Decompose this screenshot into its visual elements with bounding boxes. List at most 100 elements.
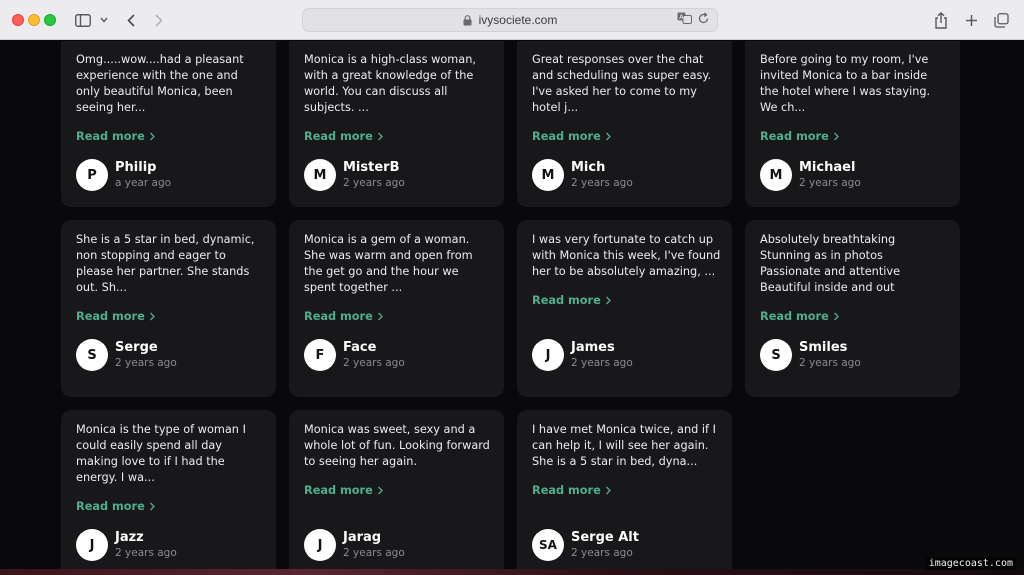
chevron-right-icon xyxy=(833,132,839,141)
review-author: M MisterB 2 years ago xyxy=(304,159,405,191)
minimize-window-button[interactable] xyxy=(28,14,40,26)
review-author: J James 2 years ago xyxy=(532,339,633,371)
review-text: Great responses over the chat and schedu… xyxy=(532,53,712,114)
review-author: M Michael 2 years ago xyxy=(760,159,861,191)
chevron-right-icon xyxy=(377,486,383,495)
review-date: 2 years ago xyxy=(799,176,861,189)
plus-icon[interactable] xyxy=(962,9,980,31)
review-text: Monica is the type of woman I could easi… xyxy=(76,423,246,484)
address-bar[interactable]: ivysociete.com A xyxy=(302,8,718,32)
review-author: J Jazz 2 years ago xyxy=(76,529,177,561)
review-card: Before going to my room, I've invited Mo… xyxy=(745,41,960,207)
read-more-link[interactable]: Read more xyxy=(532,294,612,307)
read-more-link[interactable]: Read more xyxy=(304,310,384,323)
review-date: 2 years ago xyxy=(115,546,177,559)
review-text: She is a 5 star in bed, dynamic, non sto… xyxy=(76,233,255,294)
avatar: S xyxy=(76,339,108,371)
lock-icon xyxy=(463,14,475,26)
review-card: Monica is a high-class woman, with a gre… xyxy=(289,41,504,207)
zoom-window-button[interactable] xyxy=(44,14,56,26)
review-card: Omg.....wow....had a pleasant experience… xyxy=(61,41,276,207)
review-date: a year ago xyxy=(115,176,172,189)
review-text: Monica was sweet, sexy and a whole lot o… xyxy=(304,423,490,468)
review-date: 2 years ago xyxy=(343,176,405,189)
avatar: M xyxy=(304,159,336,191)
avatar: F xyxy=(304,339,336,371)
forward-icon[interactable] xyxy=(152,9,166,31)
author-name: Jazz xyxy=(115,529,144,545)
author-name: Jarag xyxy=(343,529,382,545)
chevron-right-icon xyxy=(377,132,383,141)
review-date: 2 years ago xyxy=(799,356,861,369)
author-name: Philip xyxy=(115,159,157,175)
close-window-button[interactable] xyxy=(12,14,24,26)
author-name: Serge xyxy=(115,339,158,355)
review-text: I have met Monica twice, and if I can he… xyxy=(532,423,716,468)
author-name: Mich xyxy=(571,159,606,175)
review-date: 2 years ago xyxy=(343,356,405,369)
translate-icon[interactable]: A xyxy=(677,12,692,27)
back-icon[interactable] xyxy=(124,9,138,31)
read-more-link[interactable]: Read more xyxy=(76,310,156,323)
review-text: I was very fortunate to catch up with Mo… xyxy=(532,233,721,278)
read-more-link[interactable]: Read more xyxy=(532,130,612,143)
review-date: 2 years ago xyxy=(571,176,633,189)
chevron-right-icon xyxy=(833,312,839,321)
chevron-right-icon xyxy=(149,312,155,321)
review-date: 2 years ago xyxy=(571,546,633,559)
review-card: Great responses over the chat and schedu… xyxy=(517,41,732,207)
sidebar-icon[interactable] xyxy=(74,9,92,31)
url-text: ivysociete.com xyxy=(478,13,558,27)
review-text: Monica is a high-class woman, with a gre… xyxy=(304,53,476,114)
review-card: I was very fortunate to catch up with Mo… xyxy=(517,220,732,397)
review-card: Monica is the type of woman I could easi… xyxy=(61,410,276,575)
avatar: J xyxy=(76,529,108,561)
review-card: Monica was sweet, sexy and a whole lot o… xyxy=(289,410,504,575)
author-name: Serge Alt xyxy=(571,529,639,545)
review-date: 2 years ago xyxy=(571,356,633,369)
review-author: M Mich 2 years ago xyxy=(532,159,633,191)
read-more-link[interactable]: Read more xyxy=(760,130,840,143)
review-text: Before going to my room, I've invited Mo… xyxy=(760,53,931,114)
review-card: I have met Monica twice, and if I can he… xyxy=(517,410,732,575)
author-name: MisterB xyxy=(343,159,400,175)
avatar: J xyxy=(532,339,564,371)
read-more-link[interactable]: Read more xyxy=(76,500,156,513)
review-author: P Philip a year ago xyxy=(76,159,171,191)
avatar: M xyxy=(760,159,792,191)
chevron-right-icon xyxy=(605,132,611,141)
review-card: Monica is a gem of a woman. She was warm… xyxy=(289,220,504,397)
author-name: Smiles xyxy=(799,339,848,355)
author-name: Michael xyxy=(799,159,856,175)
tabs-icon[interactable] xyxy=(992,9,1010,31)
review-card: She is a 5 star in bed, dynamic, non sto… xyxy=(61,220,276,397)
review-author: J Jarag 2 years ago xyxy=(304,529,405,561)
review-text: Omg.....wow....had a pleasant experience… xyxy=(76,53,244,114)
review-author: S Serge 2 years ago xyxy=(76,339,177,371)
chevron-right-icon xyxy=(605,296,611,305)
read-more-link[interactable]: Read more xyxy=(304,484,384,497)
read-more-link[interactable]: Read more xyxy=(760,310,840,323)
avatar: P xyxy=(76,159,108,191)
reload-icon[interactable] xyxy=(698,12,709,27)
read-more-link[interactable]: Read more xyxy=(532,484,612,497)
avatar: S xyxy=(760,339,792,371)
share-icon[interactable] xyxy=(932,9,950,31)
review-text: Monica is a gem of a woman. She was warm… xyxy=(304,233,473,294)
chevron-down-icon[interactable] xyxy=(98,9,110,31)
page-bottom-edge xyxy=(0,569,1024,575)
avatar: M xyxy=(532,159,564,191)
chevron-right-icon xyxy=(377,312,383,321)
read-more-link[interactable]: Read more xyxy=(304,130,384,143)
reviews-page: Omg.....wow....had a pleasant experience… xyxy=(0,41,1024,575)
review-date: 2 years ago xyxy=(343,546,405,559)
author-name: Face xyxy=(343,339,377,355)
review-author: S Smiles 2 years ago xyxy=(760,339,861,371)
avatar: J xyxy=(304,529,336,561)
watermark: imagecoast.com xyxy=(925,557,1016,570)
review-author: F Face 2 years ago xyxy=(304,339,405,371)
review-text: Absolutely breathtaking Stunning as in p… xyxy=(760,233,901,294)
review-author: SA Serge Alt 2 years ago xyxy=(532,529,639,561)
read-more-link[interactable]: Read more xyxy=(76,130,156,143)
chevron-right-icon xyxy=(149,132,155,141)
